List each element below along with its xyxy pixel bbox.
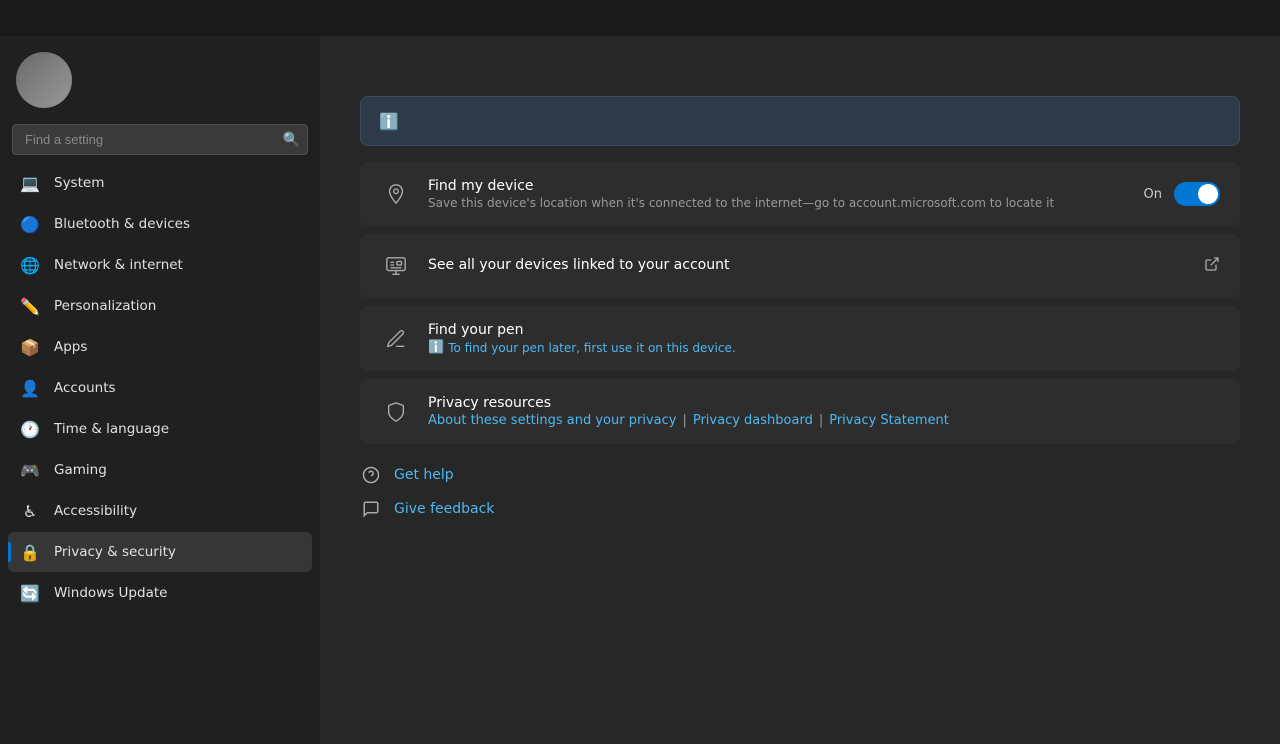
nav-label-accessibility: Accessibility: [54, 503, 137, 519]
row-title-privacy-resources-row: Privacy resources: [428, 395, 1204, 411]
sidebar-item-privacy[interactable]: 🔒 Privacy & security: [8, 532, 312, 572]
statement-link[interactable]: Privacy Statement: [829, 413, 949, 428]
nav-label-personalization: Personalization: [54, 298, 156, 314]
close-button[interactable]: [1222, 0, 1268, 36]
row-find-pen-row[interactable]: Find your pen ℹ️ To find your pen later, …: [360, 306, 1240, 371]
row-right-see-devices-row: [1204, 256, 1220, 276]
sidebar-nav: 💻 System 🔵 Bluetooth & devices 🌐 Network…: [0, 163, 320, 613]
nav-label-time: Time & language: [54, 421, 169, 437]
sidebar-item-network[interactable]: 🌐 Network & internet: [8, 245, 312, 285]
help-label-get-help: Get help: [394, 467, 454, 483]
help-icon-give-feedback: [360, 498, 382, 520]
row-title-see-devices-row: See all your devices linked to your acco…: [428, 257, 1188, 273]
sidebar-profile: [0, 36, 320, 120]
avatar: [16, 52, 72, 108]
row-privacy-resources-row[interactable]: Privacy resources About these settings an…: [360, 379, 1240, 444]
row-find-device-row[interactable]: Find my device Save this device's locatio…: [360, 162, 1240, 226]
nav-label-privacy: Privacy & security: [54, 544, 176, 560]
toggle-label-find-device-row: On: [1144, 187, 1162, 202]
titlebar-back-button[interactable]: [12, 4, 40, 32]
help-label-give-feedback: Give feedback: [394, 501, 494, 517]
row-text-see-devices-row: See all your devices linked to your acco…: [428, 257, 1188, 275]
sidebar-item-apps[interactable]: 📦 Apps: [8, 327, 312, 367]
nav-icon-system: 💻: [20, 173, 40, 193]
toggle-knob-find-device-row: [1198, 184, 1218, 204]
privacy-sep-1: |: [682, 413, 686, 428]
nav-label-accounts: Accounts: [54, 380, 116, 396]
nav-icon-windows-update: 🔄: [20, 583, 40, 603]
row-text-privacy-resources-row: Privacy resources About these settings an…: [428, 395, 1204, 428]
titlebar: [0, 0, 1280, 36]
nav-icon-network: 🌐: [20, 255, 40, 275]
content-area: ℹ️ Find my device Save this device's loca…: [320, 36, 1280, 744]
sidebar-item-personalization[interactable]: ✏️ Personalization: [8, 286, 312, 326]
sidebar-item-accessibility[interactable]: ♿ Accessibility: [8, 491, 312, 531]
sidebar-item-windows-update[interactable]: 🔄 Windows Update: [8, 573, 312, 613]
about-link[interactable]: About these settings and your privacy: [428, 413, 676, 428]
row-text-find-pen-row: Find your pen ℹ️ To find your pen later, …: [428, 322, 1204, 355]
nav-icon-privacy: 🔒: [20, 542, 40, 562]
nav-icon-personalization: ✏️: [20, 296, 40, 316]
nav-label-gaming: Gaming: [54, 462, 107, 478]
row-icon-see-devices-row: [380, 250, 412, 282]
card-privacy-resources: Privacy resources About these settings an…: [360, 379, 1240, 444]
search-input[interactable]: [12, 124, 308, 155]
nav-label-windows-update: Windows Update: [54, 585, 167, 601]
row-text-find-device-row: Find my device Save this device's locatio…: [428, 178, 1128, 210]
row-right-find-device-row: On: [1144, 182, 1220, 206]
nav-icon-bluetooth: 🔵: [20, 214, 40, 234]
nav-label-system: System: [54, 175, 104, 191]
nav-icon-accessibility: ♿: [20, 501, 40, 521]
card-find-my-device: Find my device Save this device's locatio…: [360, 162, 1240, 226]
row-icon-find-device-row: [380, 178, 412, 210]
nav-label-network: Network & internet: [54, 257, 183, 273]
sidebar-item-bluetooth[interactable]: 🔵 Bluetooth & devices: [8, 204, 312, 244]
dashboard-link[interactable]: Privacy dashboard: [693, 413, 813, 428]
search-icon[interactable]: 🔍: [283, 132, 300, 148]
row-desc-find-device-row: Save this device's location when it's co…: [428, 196, 1128, 210]
privacy-links: About these settings and your privacy | Pr…: [428, 413, 1204, 428]
row-icon-privacy-resources-row: [380, 396, 412, 428]
help-section: Get help Give feedback: [360, 464, 1240, 520]
nav-icon-gaming: 🎮: [20, 460, 40, 480]
row-title-find-pen-row: Find your pen: [428, 322, 1204, 338]
help-link-give-feedback[interactable]: Give feedback: [360, 498, 1240, 520]
nav-icon-time: 🕐: [20, 419, 40, 439]
titlebar-controls: [1130, 0, 1268, 36]
info-banner: ℹ️: [360, 96, 1240, 146]
nav-label-bluetooth: Bluetooth & devices: [54, 216, 190, 232]
maximize-button[interactable]: [1176, 0, 1222, 36]
external-link-icon-see-devices-row: [1204, 256, 1220, 276]
nav-label-apps: Apps: [54, 339, 87, 355]
toggle-find-device-row[interactable]: [1174, 182, 1220, 206]
sidebar: 🔍 💻 System 🔵 Bluetooth & devices 🌐 Netwo…: [0, 36, 320, 744]
info-icon: ℹ️: [379, 112, 399, 131]
sidebar-item-accounts[interactable]: 👤 Accounts: [8, 368, 312, 408]
privacy-sep-2: |: [819, 413, 823, 428]
sidebar-item-system[interactable]: 💻 System: [8, 163, 312, 203]
sidebar-item-gaming[interactable]: 🎮 Gaming: [8, 450, 312, 490]
nav-icon-accounts: 👤: [20, 378, 40, 398]
sidebar-item-time[interactable]: 🕐 Time & language: [8, 409, 312, 449]
sidebar-search-container: 🔍: [12, 124, 308, 155]
row-see-devices-row[interactable]: See all your devices linked to your acco…: [360, 234, 1240, 298]
minimize-button[interactable]: [1130, 0, 1176, 36]
app-body: 🔍 💻 System 🔵 Bluetooth & devices 🌐 Netwo…: [0, 36, 1280, 744]
cards-container: Find my device Save this device's locatio…: [360, 162, 1240, 444]
card-linked-devices: See all your devices linked to your acco…: [360, 234, 1240, 298]
nav-icon-apps: 📦: [20, 337, 40, 357]
row-icon-find-pen-row: [380, 323, 412, 355]
card-find-pen: Find your pen ℹ️ To find your pen later, …: [360, 306, 1240, 371]
help-icon-get-help: [360, 464, 382, 486]
row-title-find-device-row: Find my device: [428, 178, 1128, 194]
help-link-get-help[interactable]: Get help: [360, 464, 1240, 486]
row-info-find-pen-row: ℹ️ To find your pen later, first use it …: [428, 340, 1204, 355]
